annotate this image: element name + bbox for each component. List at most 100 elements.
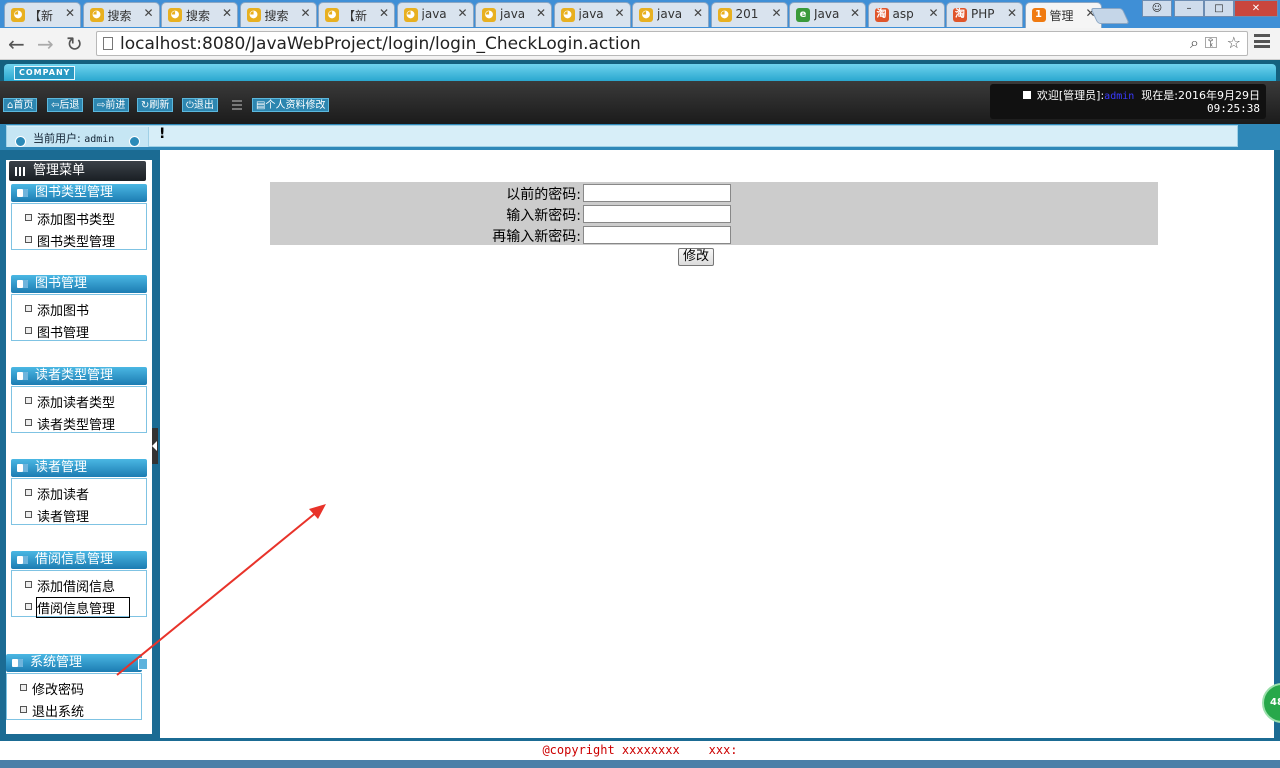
tab-close-icon[interactable]: ✕ bbox=[300, 6, 310, 20]
toolbar-button[interactable]: ⇨前进 bbox=[93, 98, 130, 112]
toolbar-separator bbox=[232, 100, 242, 110]
book-icon bbox=[17, 189, 28, 197]
window-close-button[interactable]: ✕ bbox=[1234, 0, 1278, 17]
menu-group-header[interactable]: 图书管理 bbox=[11, 275, 147, 293]
confirm-password-input[interactable] bbox=[583, 226, 731, 244]
user-bar-exclamation: ! bbox=[159, 126, 166, 142]
item-bullet-icon bbox=[25, 511, 32, 518]
browser-tab[interactable]: ◕ 搜索 ✕ bbox=[161, 2, 238, 27]
toolbar-button[interactable]: ⇦后退 bbox=[47, 98, 84, 112]
green-favicon-icon: e bbox=[796, 8, 810, 22]
square-icon bbox=[1022, 91, 1031, 99]
address-bar: ← → ↻ localhost:8080/JavaWebProject/logi… bbox=[0, 28, 1280, 60]
menu-item-label: 图书管理 bbox=[37, 326, 90, 341]
browser-tab[interactable]: ◕ java ✕ bbox=[632, 2, 709, 27]
toolbar-button[interactable]: ⏻退出 bbox=[182, 98, 218, 112]
tab-title: PHP bbox=[971, 7, 995, 21]
toolbar: ⌂首页 ⇦后退 ⇨前进 ↻刷新 ⏻退出 ▤个人资料修改 欢迎[管理员]:admin 现在是… bbox=[0, 81, 1280, 124]
browser-tab[interactable]: ◕ java ✕ bbox=[396, 2, 474, 27]
browser-tab[interactable]: e Java ✕ bbox=[789, 2, 866, 27]
tab-close-icon[interactable]: ✕ bbox=[928, 6, 938, 20]
item-bullet-icon bbox=[25, 236, 32, 243]
browser-tab[interactable]: 1 管理 ✕ bbox=[1024, 2, 1102, 28]
menu-item-label: 图书类型管理 bbox=[37, 235, 116, 250]
tab-close-icon[interactable]: ✕ bbox=[614, 6, 624, 20]
welcome-user: admin bbox=[1104, 91, 1135, 102]
browser-tab[interactable]: ◕ java ✕ bbox=[475, 2, 552, 27]
tab-close-icon[interactable]: ✕ bbox=[143, 6, 153, 20]
os-taskbar bbox=[0, 760, 1280, 768]
new-tab-button[interactable] bbox=[1090, 8, 1130, 24]
menu-group-header[interactable]: 借阅信息管理 bbox=[11, 551, 147, 569]
browser-tab[interactable]: ◕ 【新 ✕ bbox=[318, 2, 395, 27]
menu-group-body: 修改密码 退出系统 bbox=[6, 673, 142, 720]
url-field[interactable]: localhost:8080/JavaWebProject/login/logi… bbox=[96, 31, 1248, 56]
toolbar-button[interactable]: ↻刷新 bbox=[137, 98, 174, 112]
back-icon[interactable]: ← bbox=[8, 32, 25, 56]
item-bullet-icon bbox=[25, 489, 32, 496]
chick-favicon-icon: ◕ bbox=[560, 8, 575, 22]
menu-group-header[interactable]: 系统管理 bbox=[6, 654, 148, 672]
tab-close-icon[interactable]: ✕ bbox=[65, 6, 75, 20]
browser-tab[interactable]: 淘 PHP ✕ bbox=[946, 2, 1023, 27]
tab-title: Java bbox=[814, 7, 840, 21]
toolbar-button[interactable]: ▤个人资料修改 bbox=[252, 98, 330, 112]
browser-tab[interactable]: 淘 asp ✕ bbox=[867, 2, 945, 27]
item-bullet-icon bbox=[25, 327, 32, 334]
menu-group-header[interactable]: 读者管理 bbox=[11, 459, 147, 477]
forward-icon[interactable]: → bbox=[37, 32, 54, 56]
tab-close-icon[interactable]: ✕ bbox=[850, 6, 860, 20]
copyright-text: @copyright xxxxxxxx xxx: bbox=[542, 743, 738, 757]
pin-icon bbox=[15, 136, 26, 147]
tab-close-icon[interactable]: ✕ bbox=[1007, 6, 1017, 20]
item-bullet-icon bbox=[20, 684, 27, 691]
tab-close-icon[interactable]: ✕ bbox=[536, 6, 546, 20]
browser-tab[interactable]: ◕ 搜索 ✕ bbox=[82, 2, 160, 27]
tab-title: java bbox=[500, 7, 526, 21]
chick-favicon-icon: ◕ bbox=[639, 8, 653, 22]
menu-item-label: 借阅信息管理 bbox=[35, 597, 131, 618]
menu-group-label: 读者管理 bbox=[35, 460, 88, 475]
browser-tab[interactable]: ◕ 【新 ✕ bbox=[4, 2, 81, 27]
tab-close-icon[interactable]: ✕ bbox=[457, 6, 467, 20]
menu-item-label: 添加读者类型 bbox=[37, 396, 116, 411]
menu-group-header[interactable]: 图书类型管理 bbox=[11, 184, 147, 202]
page-icon bbox=[103, 37, 113, 50]
menu-item-label: 读者管理 bbox=[37, 510, 90, 525]
book-icon bbox=[17, 464, 28, 472]
expand-corner-icon[interactable] bbox=[138, 658, 148, 670]
welcome-line: 欢迎[管理员]:admin 现在是:2016年9月29日 bbox=[1022, 87, 1260, 103]
toolbar-button-label: 前进 bbox=[105, 100, 126, 111]
key-icon[interactable]: ⚿ bbox=[1205, 33, 1217, 53]
toolbar-button[interactable]: ⌂首页 bbox=[3, 98, 38, 112]
browser-tab[interactable]: ◕ 搜索 ✕ bbox=[239, 2, 317, 27]
minimize-button[interactable]: – bbox=[1174, 0, 1204, 17]
tab-close-icon[interactable]: ✕ bbox=[222, 6, 232, 20]
maximize-button[interactable]: □ bbox=[1204, 0, 1234, 17]
collapse-arrow-icon bbox=[152, 441, 157, 451]
chick-favicon-icon: ◕ bbox=[246, 8, 261, 22]
old-password-input[interactable] bbox=[583, 184, 731, 202]
menu-group-body: 添加借阅信息 借阅信息管理 bbox=[11, 570, 147, 618]
tab-close-icon[interactable]: ✕ bbox=[771, 6, 781, 20]
browser-tab[interactable]: ◕ java ✕ bbox=[553, 2, 631, 27]
welcome-prefix: 欢迎[管理员]: bbox=[1036, 89, 1105, 102]
browser-menu-icon[interactable] bbox=[1254, 34, 1270, 48]
menu-group-header[interactable]: 读者类型管理 bbox=[11, 367, 147, 385]
tab-title: 搜索 bbox=[186, 9, 211, 23]
tab-close-icon[interactable]: ✕ bbox=[693, 6, 703, 20]
menu-group-label: 读者类型管理 bbox=[35, 368, 114, 383]
user-panel: 当前用户: admin ! bbox=[6, 125, 1238, 147]
zoom-icon[interactable]: ⌕ bbox=[1190, 33, 1199, 53]
url-text[interactable]: localhost:8080/JavaWebProject/login/logi… bbox=[120, 34, 641, 54]
tab-title: 搜索 bbox=[264, 9, 289, 23]
toolbar-button-label: 首页 bbox=[13, 100, 34, 111]
taobao-favicon-icon: 淘 bbox=[874, 8, 889, 22]
reload-icon[interactable]: ↻ bbox=[66, 32, 83, 56]
tab-close-icon[interactable]: ✕ bbox=[379, 6, 389, 20]
new-password-input[interactable] bbox=[583, 205, 731, 223]
user-icon[interactable]: ☺ bbox=[1142, 0, 1172, 17]
modify-button[interactable]: 修改 bbox=[678, 248, 714, 266]
bookmark-star-icon[interactable]: ☆ bbox=[1227, 33, 1241, 52]
browser-tab[interactable]: ◕ 201 ✕ bbox=[710, 2, 788, 27]
